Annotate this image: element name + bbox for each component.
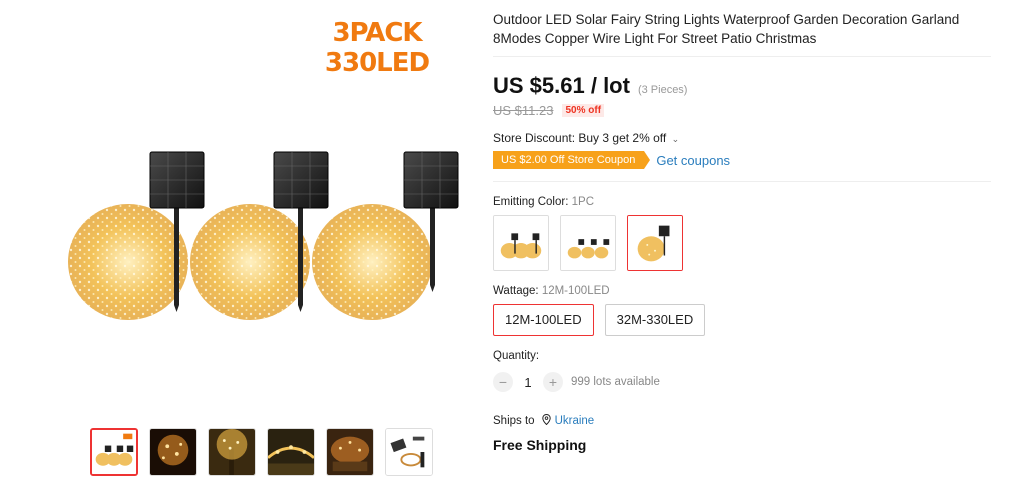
thumbnail-garden-lights[interactable] <box>267 428 315 476</box>
pieces-per-lot: (3 Pieces) <box>637 84 688 96</box>
divider <box>493 181 991 182</box>
thumbnail-patio-lights[interactable] <box>326 428 374 476</box>
quantity-label: Quantity: <box>493 350 540 362</box>
emitting-color-title: Emitting Color: <box>493 196 569 208</box>
emitting-color-options <box>493 215 991 271</box>
store-coupon-badge[interactable]: US $2.00 Off Store Coupon <box>493 151 651 169</box>
thumbnail-product-parts[interactable] <box>385 428 433 476</box>
available-lots: 999 lots available <box>571 376 660 388</box>
thumbnail-3pack[interactable] <box>90 428 138 476</box>
wattage-option-32m-330led[interactable]: 32M-330LED <box>604 304 706 336</box>
discount-badge: 50% off <box>562 104 605 117</box>
color-option-1pc[interactable] <box>627 215 683 271</box>
get-coupons-link[interactable]: Get coupons <box>656 153 730 168</box>
product-info-panel: Outdoor LED Solar Fairy String Lights Wa… <box>493 10 991 453</box>
product-gallery: 3PACK 330LED <box>40 0 470 481</box>
emitting-color-value: 1PC <box>571 196 594 208</box>
wattage-value: 12M-100LED <box>541 285 610 297</box>
price-row: US $5.61 / lot (3 Pieces) <box>493 73 991 99</box>
wattage-label: Wattage: 12M-100LED <box>493 285 991 297</box>
thumbnail-tree-lights[interactable] <box>208 428 256 476</box>
emitting-color-label: Emitting Color: 1PC <box>493 196 991 208</box>
wattage-title: Wattage: <box>493 285 539 297</box>
free-shipping-label: Free Shipping <box>493 437 587 453</box>
ships-to-country-link[interactable]: Ukraine <box>555 415 595 427</box>
thumbnail-strip <box>90 428 433 476</box>
ships-to-label: Ships to <box>493 415 535 427</box>
coupon-row: US $2.00 Off Store Coupon Get coupons <box>493 151 991 169</box>
quantity-value[interactable]: 1 <box>513 375 543 390</box>
chevron-down-icon: ⌄ <box>671 134 680 144</box>
store-discount-text: Store Discount: Buy 3 get 2% off <box>493 131 667 145</box>
wattage-option-12m-100led[interactable]: 12M-100LED <box>493 304 594 336</box>
original-price-row: US $11.23 50% off <box>493 103 991 118</box>
increase-quantity-button[interactable]: + <box>543 372 563 392</box>
promo-line-1: 3PACK <box>332 18 422 48</box>
store-discount[interactable]: Store Discount: Buy 3 get 2% off ⌄ <box>493 131 991 145</box>
promo-text: 3PACK 330LED <box>322 18 432 78</box>
color-option-3pc-small[interactable] <box>560 215 616 271</box>
quantity-stepper: − 1 + 999 lots available <box>493 372 991 392</box>
divider <box>493 56 991 57</box>
wattage-options: 12M-100LED 32M-330LED <box>493 304 991 336</box>
ships-to-row: Ships to Ukraine <box>493 413 991 428</box>
location-pin-icon <box>541 413 551 428</box>
current-price: US $5.61 / lot <box>493 73 630 98</box>
decrease-quantity-button[interactable]: − <box>493 372 513 392</box>
promo-line-2: 330LED <box>324 48 430 78</box>
thumbnail-night-lights[interactable] <box>149 428 197 476</box>
product-title: Outdoor LED Solar Fairy String Lights Wa… <box>493 12 960 46</box>
color-option-3pc[interactable] <box>493 215 549 271</box>
original-price: US $11.23 <box>493 103 554 118</box>
